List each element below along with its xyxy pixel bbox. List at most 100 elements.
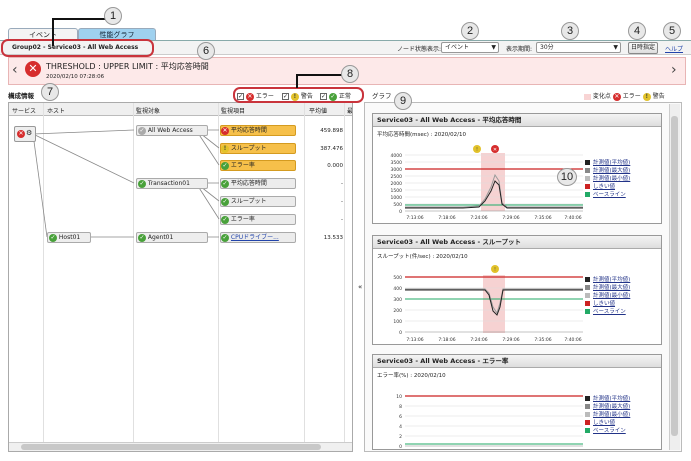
- x-tick: 7:40:06: [564, 337, 581, 343]
- scrollbar-thumb[interactable]: [21, 444, 321, 450]
- x-tick: 7:35:06: [534, 215, 551, 221]
- legend-item[interactable]: しきい値: [585, 300, 630, 308]
- graph-legend: 計測値(平均値) 計測値(最大値) 計測値(最小値) しきい値 ベースライン: [585, 395, 630, 435]
- legend-item[interactable]: しきい値: [585, 419, 630, 427]
- chevron-down-icon: ▼: [613, 44, 618, 51]
- error-icon: ✕: [17, 130, 25, 138]
- normal-icon: ✓: [49, 233, 57, 242]
- node-status-value: イベント: [445, 44, 470, 51]
- prev-alert-arrow-icon[interactable]: ‹: [12, 62, 18, 78]
- config-title: 構成情報: [8, 92, 34, 100]
- x-tick: 7:24:06: [470, 337, 487, 343]
- graph-title: グラフ: [372, 92, 392, 100]
- item-value: -: [341, 199, 343, 205]
- chevron-down-icon: ▼: [491, 44, 496, 51]
- scrollbar-thumb[interactable]: [671, 116, 678, 436]
- item-value: 459.898: [320, 128, 343, 134]
- y-tick: 4000: [391, 153, 403, 159]
- service-icon: ⚙: [26, 128, 33, 137]
- graph-panel-header: Service03 - All Web Access - スループット: [373, 236, 661, 249]
- legend-item[interactable]: ベースライン: [585, 427, 630, 435]
- target-node[interactable]: ✓ Transaction01: [136, 178, 208, 189]
- normal-icon: ✓: [221, 233, 229, 242]
- y-tick: 500: [393, 202, 402, 208]
- item-avg-response[interactable]: ✕ 平均応答時間: [220, 125, 296, 136]
- y-tick: 3500: [391, 160, 403, 166]
- item-cpu[interactable]: ✓ CPUドライブー...: [220, 232, 296, 243]
- legend-item[interactable]: しきい値: [585, 183, 630, 191]
- tree-connectors: [32, 129, 220, 238]
- legend-item[interactable]: 計測値(平均値): [585, 395, 630, 403]
- item-label: 平均応答時間: [230, 180, 267, 187]
- y-tick: 2000: [391, 181, 403, 187]
- change-point-band: [483, 275, 505, 333]
- item-value: -: [341, 217, 343, 223]
- legend-item[interactable]: 計測値(平均値): [585, 159, 630, 167]
- graph-panel-subtitle: スループット(件/sec) : 2020/02/10: [377, 254, 468, 260]
- x-tick: 7:13:06: [406, 215, 423, 221]
- y-tick: 1500: [391, 188, 403, 194]
- y-tick: 8: [399, 404, 402, 410]
- legend-item[interactable]: 計測値(最大値): [585, 403, 630, 411]
- normal-icon: ✓: [221, 161, 229, 170]
- y-tick: 6: [399, 414, 402, 420]
- normal-icon: ✓: [138, 233, 146, 242]
- period-value: 30分: [540, 44, 554, 51]
- x-tick: 7:18:06: [438, 337, 455, 343]
- x-tick: 7:29:06: [502, 215, 519, 221]
- graph-panel-subtitle: 平均応答時間(msec) : 2020/02/10: [377, 132, 466, 138]
- warning-mark: !: [494, 267, 496, 273]
- x-tick: 7:13:06: [406, 337, 423, 343]
- callout-3: 3: [561, 22, 579, 40]
- graph-legend: 計測値(平均値) 計測値(最大値) 計測値(最小値) しきい値 ベースライン: [585, 159, 630, 199]
- graph-panel-response: Service03 - All Web Access - 平均応答時間 平均応答…: [372, 113, 662, 224]
- callout-line: [296, 74, 344, 76]
- x-tick: 7:35:06: [534, 337, 551, 343]
- callout-2: 2: [461, 22, 479, 40]
- y-tick: 4: [399, 424, 402, 430]
- y-tick: 0: [399, 330, 402, 336]
- service-node[interactable]: ✕ ⚙: [14, 126, 36, 142]
- target-node[interactable]: ✓ Agent01: [136, 232, 208, 243]
- legend-item[interactable]: ベースライン: [585, 191, 630, 199]
- item-label: エラー率: [230, 216, 255, 223]
- node-status-select[interactable]: イベント ▼: [441, 42, 499, 53]
- item-error-rate[interactable]: ✓ エラー率: [220, 214, 296, 225]
- callout-7: 7: [41, 83, 59, 101]
- normal-icon: ✓: [221, 215, 229, 224]
- error-icon: ✕: [25, 61, 41, 77]
- item-value: 387.476: [320, 146, 343, 152]
- item-error-rate[interactable]: ✓ エラー率: [220, 160, 296, 171]
- item-label: 平均応答時間: [230, 127, 267, 134]
- change-point-label: 変化点: [592, 93, 611, 100]
- y-tick: 0: [399, 444, 402, 448]
- legend-item[interactable]: 計測値(最大値): [585, 167, 630, 175]
- host-node[interactable]: ✓ Host01: [47, 232, 91, 243]
- legend-item[interactable]: 計測値(最小値): [585, 292, 630, 300]
- legend-item[interactable]: 計測値(最大値): [585, 284, 630, 292]
- highlight-filters: [233, 87, 364, 103]
- item-throughput[interactable]: ! スループット: [220, 143, 296, 154]
- target-label: Transaction01: [147, 180, 190, 187]
- legend-item[interactable]: ベースライン: [585, 308, 630, 316]
- next-alert-arrow-icon[interactable]: ›: [671, 62, 677, 78]
- item-throughput[interactable]: ✓ スループット: [220, 196, 296, 207]
- datetime-button[interactable]: 日時指定: [628, 42, 658, 54]
- item-label: スループット: [230, 145, 267, 152]
- normal-icon: ✓: [138, 179, 146, 188]
- period-label: 表示期間:: [506, 46, 533, 53]
- graph-panel-throughput: Service03 - All Web Access - スループット スループ…: [372, 235, 662, 345]
- legend-item[interactable]: 計測値(最小値): [585, 175, 630, 183]
- target-node[interactable]: ✓ All Web Access: [136, 125, 208, 136]
- alert-title: THRESHOLD : UPPER LIMIT : 平均応答時間: [46, 62, 209, 71]
- help-link[interactable]: ヘルプ: [665, 44, 683, 53]
- callout-5: 5: [663, 22, 681, 40]
- collapse-handle[interactable]: «: [358, 283, 362, 291]
- item-value: 0.000: [327, 163, 343, 169]
- period-select[interactable]: 30分 ▼: [536, 42, 621, 53]
- graph-legend-top: 変化点 ✕ エラー ! 警告: [584, 91, 665, 101]
- legend-item[interactable]: 計測値(最小値): [585, 411, 630, 419]
- y-tick: 400: [393, 286, 402, 292]
- item-avg-response[interactable]: ✓ 平均応答時間: [220, 178, 296, 189]
- legend-item[interactable]: 計測値(平均値): [585, 276, 630, 284]
